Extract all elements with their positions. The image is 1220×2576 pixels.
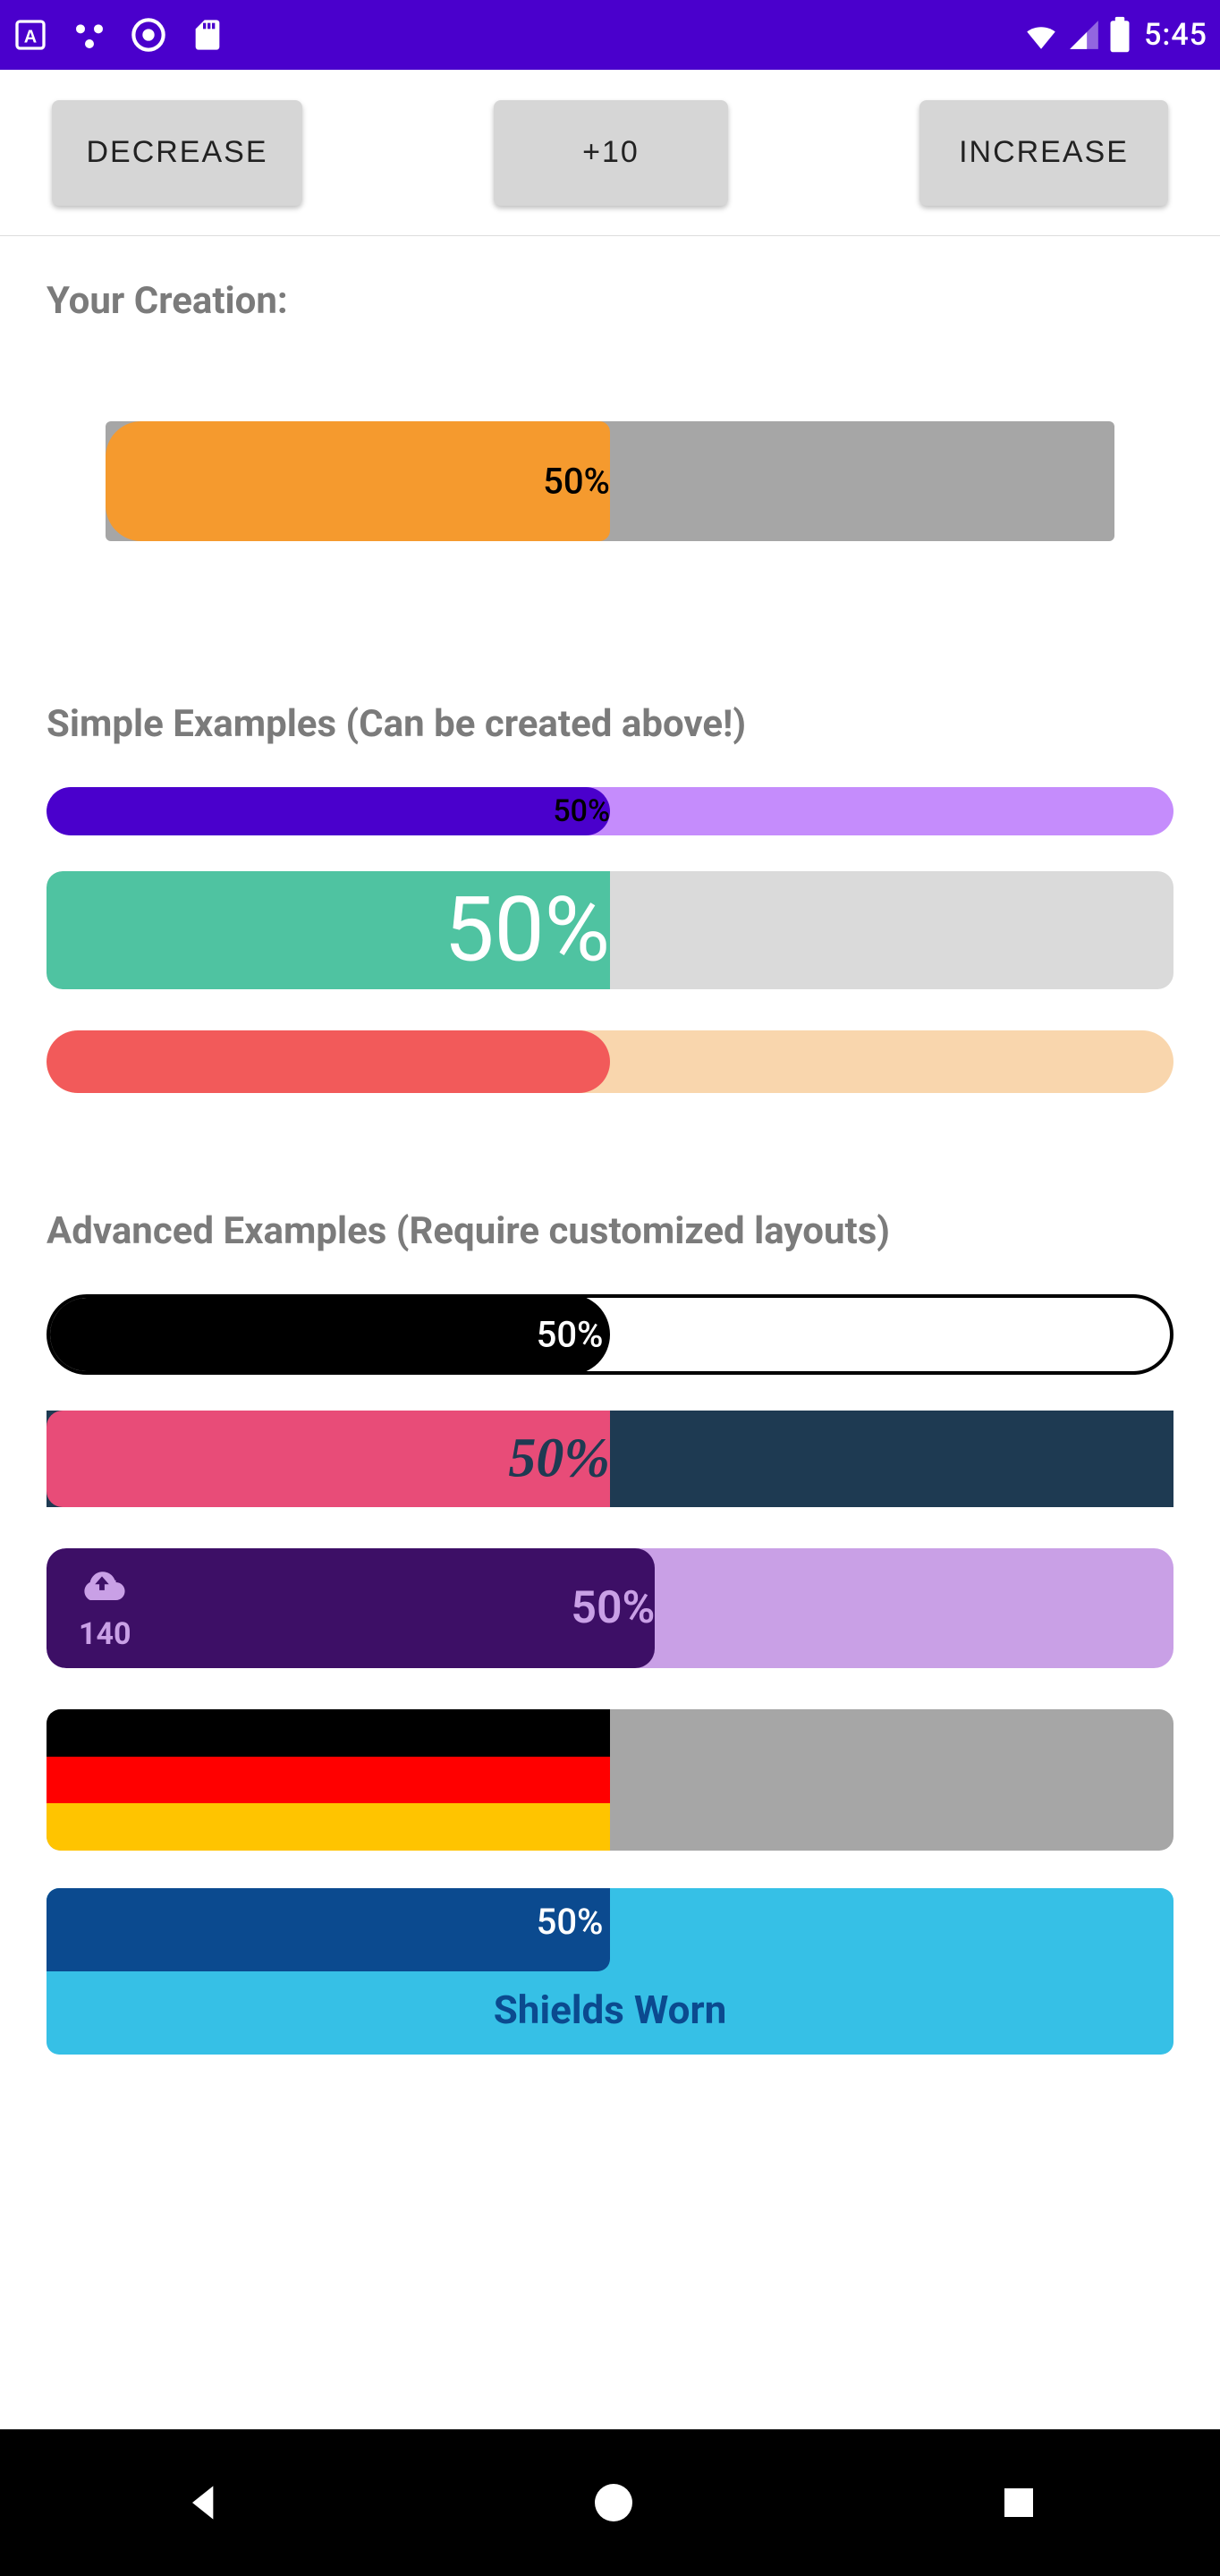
progress-advanced-5-fill	[47, 1888, 610, 1971]
progress-advanced-2-pct: 50%	[508, 1428, 610, 1491]
progress-creation: 50%	[106, 421, 1114, 541]
stripe-red	[47, 1757, 610, 1804]
main-content: Your Creation: 50% Simple Examples (Can …	[0, 279, 1220, 2055]
nav-back-button[interactable]	[180, 2478, 230, 2528]
progress-advanced-3-num: 140	[79, 1616, 131, 1652]
circle-target-icon	[131, 17, 166, 53]
cell-signal-icon	[1067, 18, 1101, 52]
stripe-gold	[47, 1803, 610, 1851]
progress-advanced-5-label: Shields Worn	[47, 1987, 1173, 2033]
cloud-upload-icon	[77, 1564, 127, 1604]
progress-creation-pct: 50%	[543, 461, 610, 503]
progress-creation-fill	[106, 421, 610, 541]
progress-advanced-4-germany	[47, 1709, 1173, 1851]
progress-simple-1-fill	[47, 787, 610, 835]
heading-simple-examples: Simple Examples (Can be created above!)	[47, 702, 1173, 746]
progress-simple-2: 50%	[47, 871, 1173, 989]
stripe-black	[47, 1709, 610, 1757]
progress-advanced-5-pct: 50%	[537, 1901, 604, 1943]
heading-your-creation: Your Creation:	[47, 279, 1173, 323]
clock-text: 5:45	[1144, 17, 1207, 53]
progress-simple-1-pct: 50%	[553, 793, 610, 829]
progress-advanced-2: 50%	[47, 1411, 1173, 1507]
android-status-bar: A 5:45	[0, 0, 1220, 70]
nav-home-button[interactable]	[589, 2478, 639, 2528]
progress-advanced-1: 50%	[47, 1294, 1173, 1375]
progress-advanced-3-fill	[47, 1548, 655, 1668]
progress-advanced-1-pct: 50%	[537, 1314, 604, 1356]
keyboard-icon: A	[13, 17, 48, 53]
progress-advanced-4-fill	[47, 1709, 610, 1851]
action-toolbar: DECREASE +10 INCREASE	[0, 70, 1220, 236]
decrease-button[interactable]: DECREASE	[52, 100, 302, 206]
progress-simple-1: 50%	[47, 787, 1173, 835]
progress-advanced-3-pct: 50%	[571, 1582, 655, 1634]
increase-button[interactable]: INCREASE	[919, 100, 1168, 206]
sd-card-icon	[190, 17, 225, 53]
wifi-icon	[1022, 16, 1060, 54]
android-nav-bar	[0, 2429, 1220, 2576]
progress-advanced-1-fill	[47, 1294, 610, 1375]
progress-simple-3	[47, 1030, 1173, 1093]
nav-recent-button[interactable]	[997, 2481, 1040, 2524]
progress-simple-3-fill	[47, 1030, 610, 1093]
dots-icon	[72, 17, 107, 53]
progress-simple-2-pct: 50%	[444, 878, 610, 983]
progress-advanced-3: 140 50%	[47, 1548, 1173, 1668]
progress-advanced-5-shields: 50% Shields Worn	[47, 1888, 1173, 2055]
svg-text:A: A	[24, 27, 37, 47]
battery-icon	[1108, 16, 1131, 54]
plus-10-button[interactable]: +10	[494, 100, 728, 206]
heading-advanced-examples: Advanced Examples (Require customized la…	[47, 1209, 1173, 1253]
